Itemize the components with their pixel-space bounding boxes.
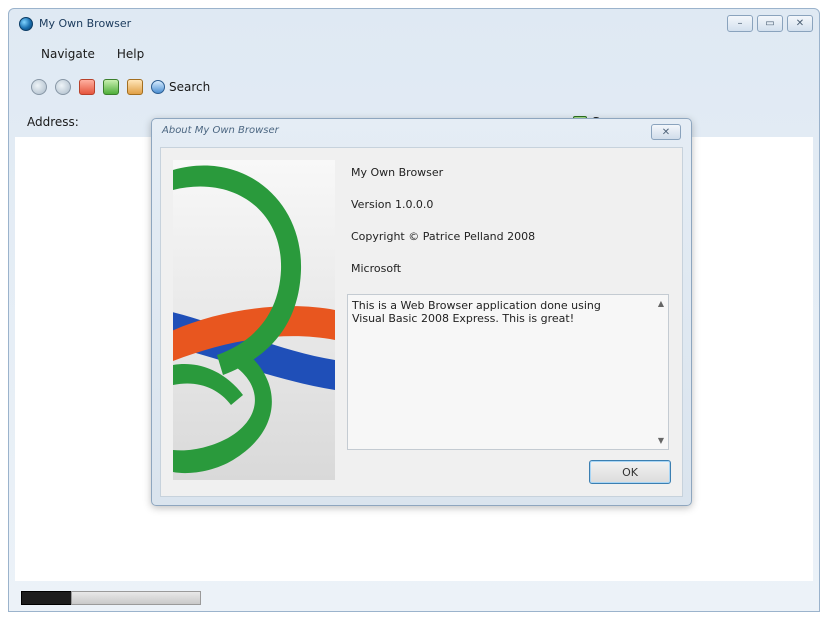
- forward-icon[interactable]: [55, 79, 71, 95]
- copyright-label: Copyright © Patrice Pelland 2008: [351, 230, 536, 243]
- menu-bar: Navigate Help: [9, 45, 160, 65]
- window-title: My Own Browser: [39, 17, 132, 30]
- scroll-up-arrow-icon[interactable]: ▲: [658, 299, 664, 308]
- status-indicator: [21, 591, 77, 605]
- progress-bar: [71, 591, 201, 605]
- maximize-button[interactable]: ▭: [757, 15, 783, 32]
- search-icon[interactable]: [151, 80, 165, 94]
- description-text: This is a Web Browser application done u…: [352, 299, 601, 325]
- stop-icon[interactable]: [79, 79, 95, 95]
- address-label: Address:: [27, 115, 79, 129]
- title-bar: My Own Browser – ▭ ✕: [9, 9, 819, 37]
- version-label: Version 1.0.0.0: [351, 198, 434, 211]
- dialog-close-button[interactable]: ✕: [651, 124, 681, 140]
- about-dialog: About My Own Browser ✕ My Own Browser Ve…: [151, 118, 692, 506]
- close-button[interactable]: ✕: [787, 15, 813, 32]
- globe-icon: [19, 17, 33, 31]
- product-name: My Own Browser: [351, 166, 444, 179]
- minimize-button[interactable]: –: [727, 15, 753, 32]
- status-bar: [9, 585, 819, 611]
- description-textbox[interactable]: This is a Web Browser application done u…: [347, 294, 669, 450]
- rings-logo-icon: [173, 160, 335, 480]
- dialog-title: About My Own Browser: [162, 125, 279, 136]
- refresh-icon[interactable]: [103, 79, 119, 95]
- dialog-body: My Own Browser Version 1.0.0.0 Copyright…: [160, 147, 683, 497]
- menu-navigate[interactable]: Navigate: [35, 45, 101, 65]
- home-icon[interactable]: [127, 79, 143, 95]
- search-button-label[interactable]: Search: [169, 80, 210, 94]
- menu-help[interactable]: Help: [111, 45, 150, 65]
- toolbar: Search: [31, 75, 210, 99]
- caption-buttons: – ▭ ✕: [727, 15, 813, 32]
- ok-button[interactable]: OK: [589, 460, 671, 484]
- scroll-down-arrow-icon[interactable]: ▼: [658, 436, 664, 445]
- logo-image: [173, 160, 335, 480]
- back-icon[interactable]: [31, 79, 47, 95]
- company-label: Microsoft: [351, 262, 402, 275]
